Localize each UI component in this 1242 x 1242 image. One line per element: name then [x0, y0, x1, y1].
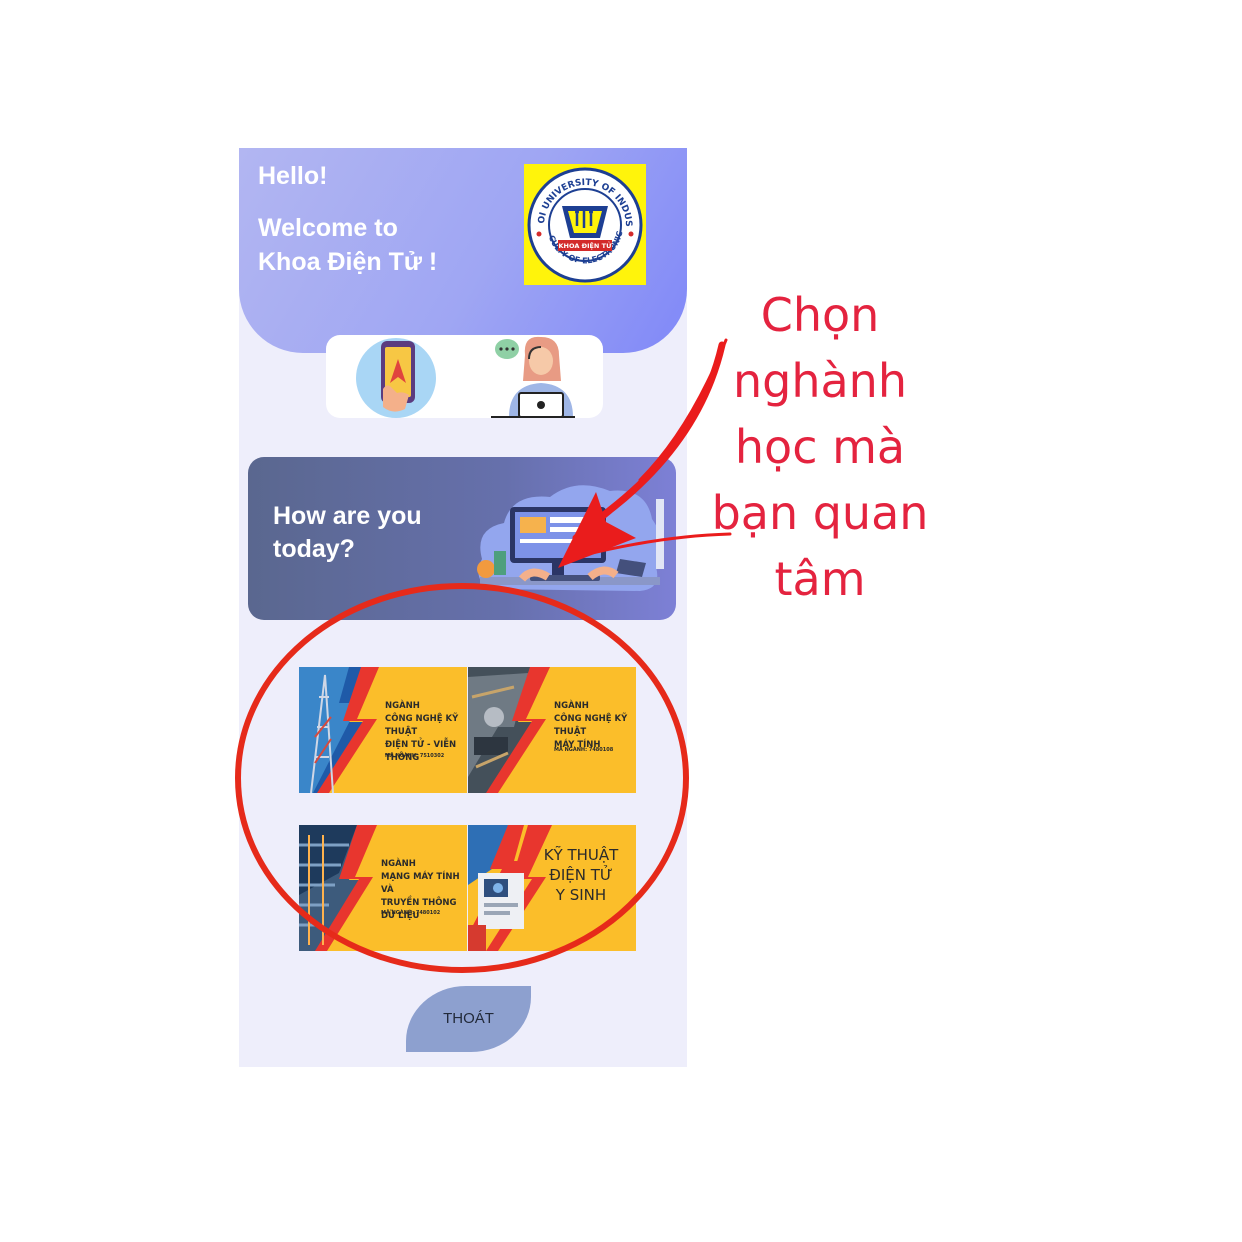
highlight-circle — [235, 583, 689, 973]
arrow-head-icon — [558, 492, 636, 568]
annotation-text: Chọn nghành học mà bạn quan tâm — [690, 282, 950, 612]
annotation-overlay — [235, 338, 732, 973]
annotation-line-2: nghành — [732, 354, 907, 408]
annotation-line-1: Chọn — [760, 288, 880, 342]
annotation-line-3: học mà — [734, 420, 906, 474]
annotation-line-5: tâm — [774, 552, 866, 606]
annotation-line-4: bạn quan — [711, 486, 929, 540]
